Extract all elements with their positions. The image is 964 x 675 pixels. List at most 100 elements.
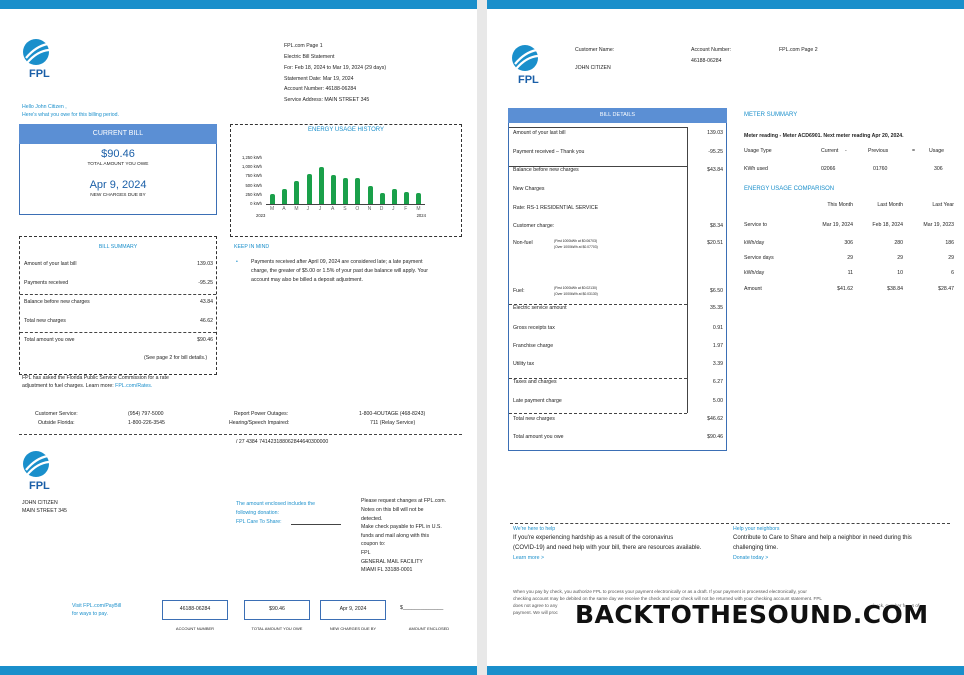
barcode-line: / 27 4384 741423188062844640300000 (236, 439, 329, 445)
x-tick-label: M (416, 206, 421, 212)
req-line4: Make check payable to FPL in U.S. (361, 524, 442, 530)
usage-bar (343, 178, 349, 204)
usage-bar (282, 188, 288, 204)
learn-more-link[interactable]: Learn more > (513, 555, 544, 561)
summary-row-value: 43.84 (200, 299, 213, 305)
summary-divider (20, 294, 216, 295)
summary-divider (20, 332, 216, 333)
usage-bar (355, 177, 361, 204)
usage-bar (367, 186, 373, 204)
req-line7: FPL (361, 550, 371, 556)
donation-line3: FPL Care To Share: (236, 519, 282, 525)
detail-row-label: Customer charge: (513, 223, 555, 229)
detail-row-value: 1.97 (712, 343, 723, 349)
detail-separator (509, 166, 687, 167)
detail-row-value: $46.62 (707, 416, 723, 422)
of-label: Outside Florida: (38, 420, 75, 426)
bullet: • (236, 259, 238, 265)
detail-row-value: 5.00 (712, 398, 723, 404)
detail-row-value: 139.03 (707, 130, 723, 136)
detail-row-label: Payment received – Thank you (513, 149, 585, 155)
donation-input[interactable] (291, 524, 341, 525)
bottom-accent-bar-2 (487, 666, 964, 675)
summary-row-label: Total new charges (24, 318, 66, 324)
comparison-cell: Mar 19, 2024 (822, 222, 853, 228)
x-tick-label: N (367, 206, 372, 212)
stub-street: MAIN STREET 345 (22, 508, 67, 514)
chart-plot: 1,250 kWh 1,000 kWh 750 kWh 500 kWh 250 kWh 0… (236, 146, 458, 226)
comparison-cell: 29 (897, 255, 903, 261)
donate-link[interactable]: Donate today > (733, 555, 768, 561)
footer-line1: When you pay by check, you authorize FPL… (513, 589, 807, 594)
x-tick-label: A (331, 206, 335, 212)
meter-cell: 306 (934, 166, 943, 172)
help-line2: (COVID-19) and need help with your bill,… (513, 545, 702, 551)
y-tick-label: 500 kWh (245, 182, 262, 188)
hearing-label: Hearing/Speech Impaired: (229, 420, 290, 426)
see-page-2-note: (See page 2 for bill details.) (144, 355, 208, 361)
comparison-header: Last Year (932, 202, 954, 208)
summary-row-value: -95.25 (198, 280, 213, 286)
detail-row-label: Utility tax (513, 361, 535, 367)
account-number-label: Account Number: (691, 47, 732, 53)
footer-line3: does not agree to any (513, 603, 558, 608)
x-start-year: 2023 (256, 213, 266, 218)
header-account-number: Account Number: 46188-06284 (284, 86, 357, 92)
fpl-logo: FPL (22, 38, 54, 80)
detail-row-label: Amount of your last bill (513, 130, 566, 136)
top-accent-bar-2 (487, 0, 964, 9)
header-service-address: Service Address: MAIN STREET 345 (284, 97, 370, 103)
cut-line (19, 434, 462, 435)
customer-name: JOHN CITIZEN (575, 65, 611, 71)
usage-bar (392, 189, 397, 204)
x-tick-label: D (379, 206, 384, 212)
x-tick-label: M (270, 206, 275, 212)
rates-link[interactable]: FPL.com/Rates. (115, 383, 152, 389)
comparison-row-label: Amount (744, 286, 762, 292)
usage-bar (331, 174, 336, 204)
meter-cell: KWh used (744, 166, 768, 172)
detail-row-value: $8.34 (710, 223, 723, 229)
detail-row-label: Total new charges (513, 416, 555, 422)
cs-number: (954) 797-5000 (128, 411, 164, 417)
help-title: We're here to help (513, 526, 556, 532)
account-number: 46188-06284 (691, 58, 722, 64)
meter-header: Usage Type (744, 148, 772, 154)
detail-row-label: Taxes and charges (513, 379, 557, 385)
customer-name-label: Customer Name: (575, 47, 615, 53)
meter-reading-note: Meter reading - Meter ACD6901. Next mete… (744, 133, 904, 139)
detail-row-label: Rate: RS-1 RESIDENTIAL SERVICE (513, 205, 599, 211)
meter-header: - (845, 148, 847, 154)
y-tick-label: 1,250 kWh (241, 155, 262, 160)
comparison-cell: 29 (948, 255, 954, 261)
x-tick-label: J (392, 206, 395, 212)
usage-bar (270, 193, 275, 204)
comparison-cell: 10 (897, 270, 903, 276)
usage-bar (416, 192, 422, 204)
visit-link[interactable]: Visit FPL.com/PayBill (72, 603, 121, 609)
bill-details-title: BILL DETAILS (508, 108, 727, 123)
req-line5: funds and mail along with this (361, 533, 430, 539)
help-line1: If you're experiencing hardship as a res… (513, 535, 674, 541)
x-tick-label: O (355, 206, 360, 212)
meter-header: Usage (929, 148, 944, 154)
detail-row-value: 6.27 (712, 379, 723, 385)
comparison-cell: Feb 18, 2024 (872, 222, 903, 228)
comparison-cell: $38.84 (887, 286, 903, 292)
neighbors-line2: challenging time. (733, 545, 779, 551)
svg-text:FPL: FPL (518, 74, 539, 86)
req-line3: detected. (361, 516, 383, 522)
summary-row-label: Payments received (24, 280, 69, 286)
total-amount: $90.46 (101, 148, 135, 160)
detail-row-label: Balance before new charges (513, 167, 579, 173)
comparison-cell: 29 (847, 255, 853, 261)
comparison-row-label: Service to (744, 222, 768, 228)
req-line8: GENERAL MAIL FACILITY (361, 559, 423, 565)
comparison-row-label: Service days (744, 255, 774, 261)
req-line1: Please request changes at FPL.com. (361, 498, 447, 504)
x-tick-label: J (306, 206, 310, 212)
amount-enclosed-input[interactable]: $______________ (400, 605, 443, 611)
detail-separator (509, 304, 687, 305)
y-tick-label: 250 kWh (245, 191, 262, 197)
header-period: For: Feb 18, 2024 to Mar 19, 2024 (29 da… (284, 65, 387, 71)
